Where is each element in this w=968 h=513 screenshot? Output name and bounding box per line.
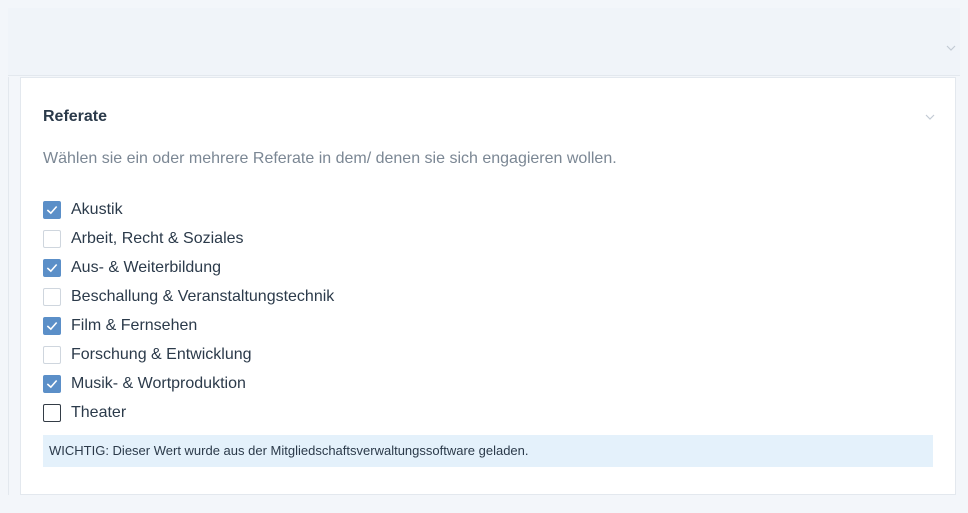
option-film-fernsehen[interactable]: Film & Fernsehen bbox=[43, 311, 334, 340]
option-forschung-entwicklung[interactable]: Forschung & Entwicklung bbox=[43, 340, 334, 369]
outer-panel-header[interactable] bbox=[8, 8, 960, 76]
option-akustik[interactable]: Akustik bbox=[43, 195, 334, 224]
option-label: Musik- & Wortproduktion bbox=[71, 374, 246, 392]
option-arbeit-recht-soziales[interactable]: Arbeit, Recht & Soziales bbox=[43, 224, 334, 253]
option-label: Forschung & Entwicklung bbox=[71, 345, 252, 363]
checkbox[interactable] bbox=[43, 374, 61, 393]
option-theater[interactable]: Theater bbox=[43, 398, 334, 427]
option-label: Theater bbox=[71, 403, 127, 421]
option-beschallung[interactable]: Beschallung & Veranstaltungstechnik bbox=[43, 282, 334, 311]
checkbox[interactable] bbox=[43, 345, 61, 364]
option-aus-weiterbildung[interactable]: Aus- & Weiterbildung bbox=[43, 253, 334, 282]
option-label: Beschallung & Veranstaltungstechnik bbox=[71, 287, 335, 305]
card-description: Wählen sie ein oder mehrere Referate in … bbox=[43, 150, 617, 167]
check-icon bbox=[46, 321, 58, 330]
check-icon bbox=[46, 205, 58, 214]
chevron-down-icon[interactable] bbox=[925, 112, 935, 122]
option-label: Aus- & Weiterbildung bbox=[71, 258, 221, 276]
option-label: Akustik bbox=[71, 200, 123, 218]
card-title: Referate bbox=[43, 108, 108, 125]
left-rail-divider bbox=[8, 77, 9, 495]
check-icon bbox=[46, 379, 58, 388]
checkbox[interactable] bbox=[43, 403, 61, 422]
checkbox[interactable] bbox=[43, 229, 61, 248]
check-icon bbox=[46, 263, 58, 272]
info-notice: WICHTIG: Dieser Wert wurde aus der Mitgl… bbox=[43, 435, 933, 467]
referate-card: Referate Wählen sie ein oder mehrere Ref… bbox=[20, 77, 956, 495]
checkbox[interactable] bbox=[43, 287, 61, 306]
chevron-down-icon[interactable] bbox=[946, 43, 956, 53]
option-label: Film & Fernsehen bbox=[71, 316, 198, 334]
option-label: Arbeit, Recht & Soziales bbox=[71, 229, 244, 247]
referate-checkbox-list: Akustik Arbeit, Recht & Soziales Aus- & … bbox=[43, 195, 334, 427]
checkbox[interactable] bbox=[43, 316, 61, 335]
option-musik-wortproduktion[interactable]: Musik- & Wortproduktion bbox=[43, 369, 334, 398]
checkbox[interactable] bbox=[43, 200, 61, 219]
checkbox[interactable] bbox=[43, 258, 61, 277]
